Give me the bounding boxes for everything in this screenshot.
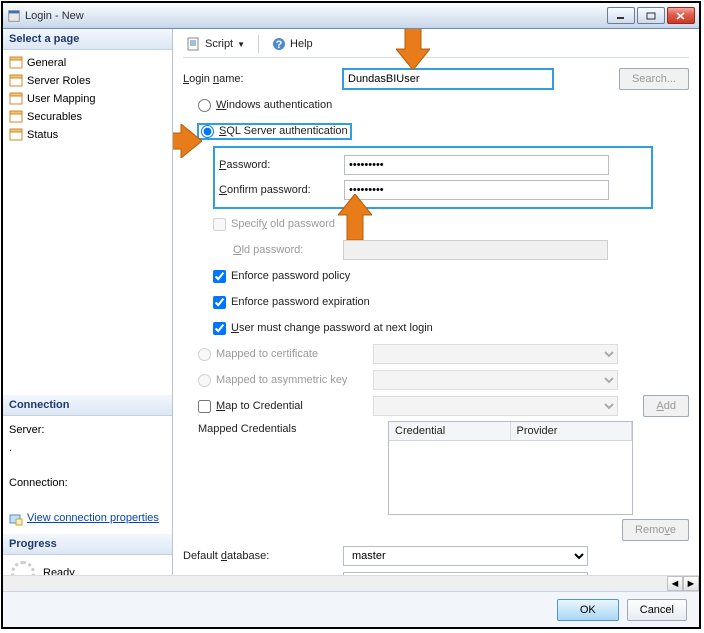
page-label: User Mapping xyxy=(27,93,95,105)
page-server-roles[interactable]: Server Roles xyxy=(5,72,170,90)
page-list: General Server Roles User Mapping Secura… xyxy=(3,50,172,148)
sidebar: Select a page General Server Roles User … xyxy=(3,29,173,591)
add-button: Add xyxy=(643,395,689,417)
view-connection-link[interactable]: View connection properties xyxy=(27,510,159,528)
close-button[interactable] xyxy=(667,7,695,24)
must-change-label: User must change password at next login xyxy=(231,322,433,334)
connection-header: Connection xyxy=(3,395,172,416)
password-label: Password: xyxy=(219,159,344,171)
minimize-button[interactable] xyxy=(607,7,635,24)
mapped-asym-select xyxy=(373,370,618,390)
script-label: Script xyxy=(205,38,233,50)
cancel-button[interactable]: Cancel xyxy=(627,599,687,621)
page-user-mapping[interactable]: User Mapping xyxy=(5,90,170,108)
map-credential-checkbox[interactable]: Map to Credential xyxy=(198,400,373,413)
old-password-input xyxy=(343,240,608,260)
remove-button: Remove xyxy=(622,519,689,541)
connection-info: Server: . Connection: View connection pr… xyxy=(3,416,172,534)
mapped-cert-radio: Mapped to certificate xyxy=(198,348,373,361)
page-icon xyxy=(9,110,23,124)
map-credential-label: Map to Credential xyxy=(216,400,303,412)
help-button[interactable]: ? Help xyxy=(268,35,317,53)
ok-button[interactable]: OK xyxy=(557,599,619,621)
page-label: Server Roles xyxy=(27,75,91,87)
specify-old-password-checkbox: Specify old password xyxy=(213,218,335,231)
confirm-password-label: Confirm password: xyxy=(219,184,344,196)
enforce-expiration-checkbox[interactable]: Enforce password expiration xyxy=(213,296,370,309)
annotation-arrow-up-icon xyxy=(338,194,372,240)
svg-text:?: ? xyxy=(276,39,283,51)
connection-label: Connection: xyxy=(9,475,166,493)
properties-icon xyxy=(9,512,23,526)
window-title: Login - New xyxy=(25,10,607,22)
annotation-arrow-right-icon xyxy=(173,124,202,158)
sql-auth-label: SQL Server authentication xyxy=(219,125,348,137)
enforce-policy-label: Enforce password policy xyxy=(231,270,350,282)
scroll-right-button[interactable]: ► xyxy=(683,576,699,591)
select-page-header: Select a page xyxy=(3,29,172,50)
app-icon xyxy=(7,9,21,23)
old-password-label: Old password: xyxy=(233,244,343,256)
windows-auth-label: Windows authentication xyxy=(216,99,332,111)
main-pane: Script ▼ ? Help LLogin name:ogin name: S… xyxy=(173,29,699,591)
page-label: Securables xyxy=(27,111,82,123)
page-securables[interactable]: Securables xyxy=(5,108,170,126)
mapped-credentials-label: Mapped Credentials xyxy=(198,421,388,435)
confirm-password-input[interactable] xyxy=(344,180,609,200)
page-icon xyxy=(9,56,23,70)
password-group: Password: Confirm password: xyxy=(213,146,653,209)
sql-auth-radio[interactable]: SQL Server authentication xyxy=(198,124,351,139)
maximize-button[interactable] xyxy=(637,7,665,24)
help-icon: ? xyxy=(272,37,286,51)
specify-old-label: Specify old password xyxy=(231,218,335,230)
page-label: General xyxy=(27,57,66,69)
page-status[interactable]: Status xyxy=(5,126,170,144)
titlebar: Login - New xyxy=(3,3,699,29)
dialog-window: Login - New Select a page General Server… xyxy=(1,1,701,629)
progress-header: Progress xyxy=(3,534,172,555)
script-button[interactable]: Script ▼ xyxy=(183,35,249,53)
col-provider: Provider xyxy=(511,422,633,440)
login-name-input[interactable] xyxy=(343,69,553,89)
toolbar: Script ▼ ? Help xyxy=(183,35,689,58)
windows-auth-radio[interactable]: Windows authentication xyxy=(198,99,332,112)
enforce-expiration-label: Enforce password expiration xyxy=(231,296,370,308)
mapped-cert-label: Mapped to certificate xyxy=(216,348,318,360)
password-input[interactable] xyxy=(344,155,609,175)
script-icon xyxy=(187,37,201,51)
dialog-buttons: OK Cancel xyxy=(3,591,699,627)
search-button[interactable]: Search... xyxy=(619,68,689,90)
credentials-table: CredentialProvider xyxy=(388,421,633,515)
page-general[interactable]: General xyxy=(5,54,170,72)
server-value: . xyxy=(9,440,166,458)
help-label: Help xyxy=(290,38,313,50)
mapped-asym-radio: Mapped to asymmetric key xyxy=(198,374,373,387)
login-name-label: LLogin name:ogin name: xyxy=(183,73,343,85)
page-label: Status xyxy=(27,129,58,141)
page-icon xyxy=(9,92,23,106)
default-db-label: Default database: xyxy=(183,550,343,562)
server-label: Server: xyxy=(9,422,166,440)
mapped-cert-select xyxy=(373,344,618,364)
default-db-select[interactable]: master xyxy=(343,546,588,566)
mapped-asym-label: Mapped to asymmetric key xyxy=(216,374,347,386)
map-credential-select xyxy=(373,396,618,416)
horizontal-scrollbar[interactable]: ◄ ► xyxy=(3,575,699,591)
dropdown-icon: ▼ xyxy=(237,40,245,49)
page-icon xyxy=(9,128,23,142)
page-icon xyxy=(9,74,23,88)
enforce-policy-checkbox[interactable]: Enforce password policy xyxy=(213,270,350,283)
scroll-left-button[interactable]: ◄ xyxy=(667,576,683,591)
annotation-arrow-down-icon xyxy=(396,29,430,70)
col-credential: Credential xyxy=(389,422,511,440)
must-change-checkbox[interactable]: User must change password at next login xyxy=(213,322,433,335)
